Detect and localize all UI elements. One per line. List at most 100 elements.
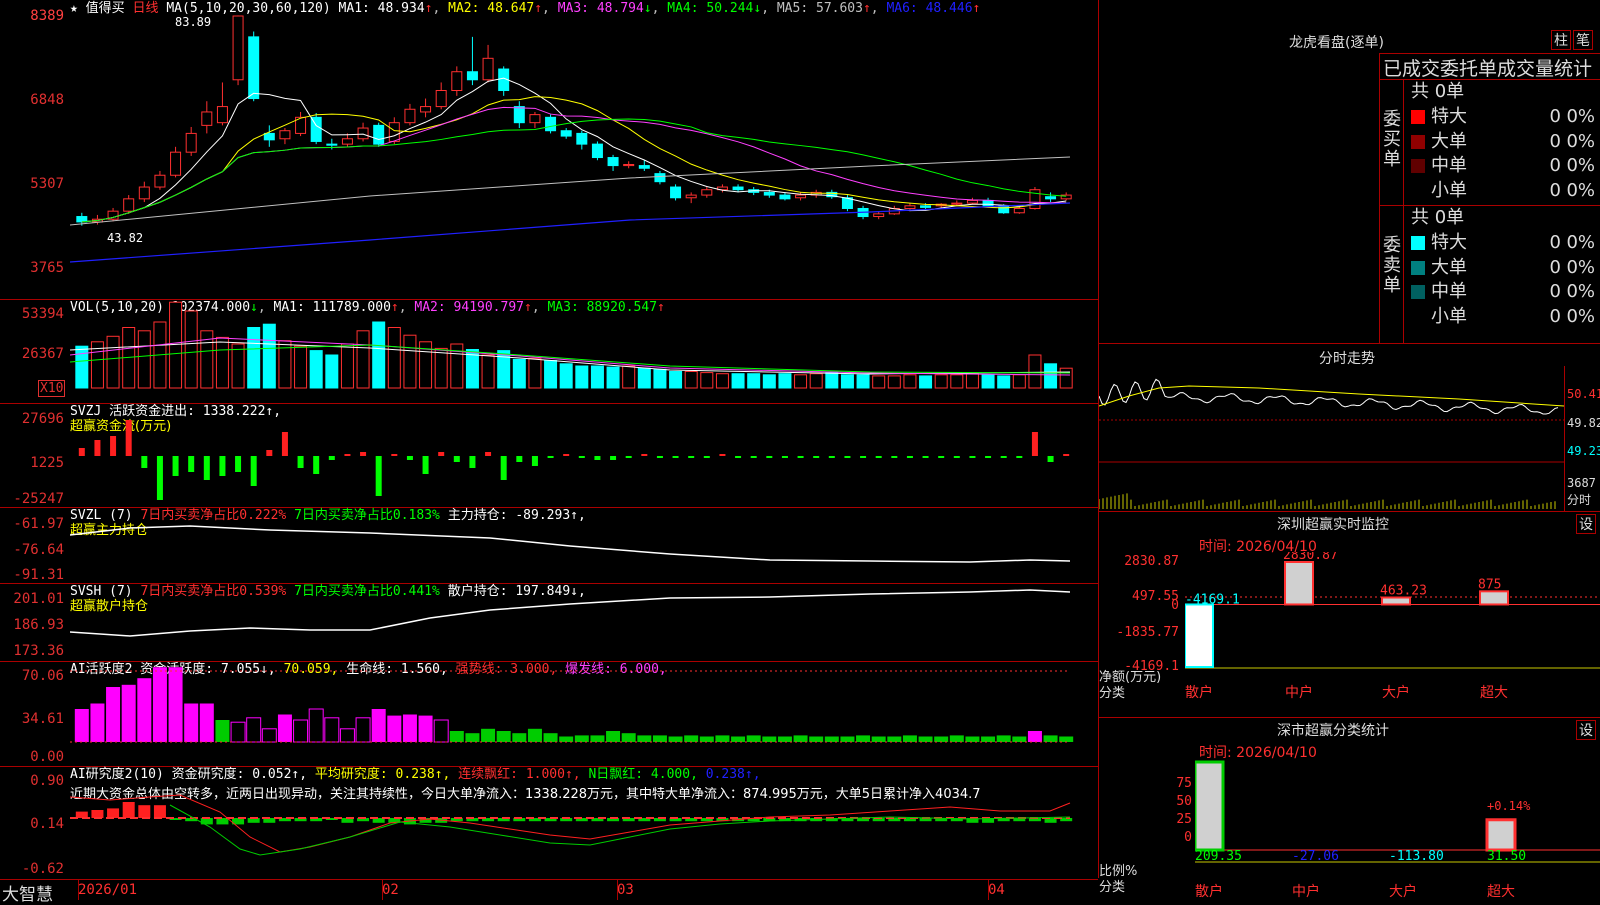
volume-bar: [919, 375, 933, 389]
retail-holding-line: [70, 589, 1071, 637]
monitor-bar: [1284, 561, 1314, 606]
flow-bar: [500, 456, 507, 480]
volume-bar: [481, 354, 495, 389]
category-label: 超大: [1487, 884, 1515, 900]
row-count: 0: [1549, 106, 1561, 127]
activity-bar: [856, 735, 871, 742]
candle-body: [638, 165, 650, 169]
candle-body: [185, 132, 197, 153]
flow-bar: [516, 456, 523, 462]
dragon-tiger-panel[interactable]: 龙虎看盘(逐单) 柱 笔 已成交委托单成交量统计 委买单 委卖单 共 0单 特大…: [1099, 0, 1600, 343]
activity-bar: [840, 736, 855, 742]
activity-bar: [668, 736, 683, 742]
activity-bar: [277, 714, 292, 742]
volume-bar: [356, 330, 370, 389]
activity-bar: [824, 736, 839, 742]
flow-bar: [891, 456, 898, 458]
activity-bar: [606, 731, 621, 742]
settings-button[interactable]: 设: [1576, 514, 1596, 534]
y-tick: -76.64: [13, 542, 64, 558]
row-count: 0: [1549, 281, 1561, 302]
intraday-title: 分时走势: [1319, 351, 1375, 367]
vol-tick: 3687: [1567, 476, 1596, 490]
row-pct: 0%: [1566, 130, 1595, 152]
volume-bar: [309, 350, 323, 389]
price-panel[interactable]: ★ 值得买 日线 MA(5,10,20,30,60,120) MA1: 48.9…: [0, 0, 1098, 300]
ma60-line: [70, 156, 1071, 226]
y-tick: -25247: [13, 491, 64, 507]
flow-bar: [781, 456, 788, 458]
flow-bar: [406, 456, 413, 460]
svzj-panel[interactable]: SVZJ 活跃资金进出: 1338.222↑, 超赢资金流(万元) 27696 …: [0, 404, 1098, 508]
intraday-panel[interactable]: 分时走势 50.41 49.82 49.23 3687 分时: [1099, 344, 1600, 511]
monitor-bar-chart[interactable]: -4169.1 2830.87 463.23 875 散户 中户 大户 超大: [1185, 552, 1600, 717]
volume-bar: [340, 343, 354, 389]
research-chart[interactable]: [70, 767, 1098, 879]
y-tick: 0.90: [30, 773, 64, 789]
retail-holding-chart[interactable]: [70, 584, 1098, 661]
monitor-panel[interactable]: 深圳超赢实时监控 设 时间: 2026/04/10 2830.87 497.55…: [1099, 512, 1600, 717]
row-name: 特大: [1431, 106, 1467, 127]
price-tick: 49.82: [1567, 416, 1600, 430]
svzl-panel[interactable]: SVZL (7) 7日内买卖净占比0.222% 7日内买卖净占比0.183% 主…: [0, 508, 1098, 584]
row-count: 0: [1549, 256, 1561, 278]
category-label: 大户: [1389, 883, 1417, 900]
volume-bar: [169, 301, 183, 389]
activity-bar: [543, 733, 558, 742]
color-swatch: [1411, 110, 1425, 124]
bar-value-label: -4169.1: [1185, 592, 1240, 607]
candle-body: [982, 199, 994, 207]
max-label: 83.89: [175, 15, 212, 29]
category-label: 散户: [1185, 684, 1213, 701]
settings-button[interactable]: 设: [1576, 720, 1596, 740]
row-name: 中单: [1431, 155, 1467, 176]
axis-sub: 分类: [1099, 880, 1126, 895]
row-pct: 0%: [1566, 256, 1595, 278]
flow-bar: [563, 454, 570, 456]
candle-body: [513, 106, 525, 124]
research-panel[interactable]: AI研究度2(10) 资金研究度: 0.052↑, 平均研究度: 0.238↑,…: [0, 767, 1098, 880]
activity-bar: [527, 728, 542, 742]
activity-bar: [981, 736, 996, 742]
flow-bar: [641, 454, 648, 456]
svsh-panel[interactable]: SVSH (7) 7日内买卖净占比0.539% 7日内买卖净占比0.441% 散…: [0, 584, 1098, 662]
volume-panel[interactable]: VOL(5,10,20) 102374.000↓, MA1: 111789.00…: [0, 300, 1098, 404]
main-holding-chart[interactable]: [70, 508, 1098, 583]
volume-bar: [262, 323, 276, 389]
flow-bar: [844, 456, 851, 458]
flow-bar: [703, 456, 710, 458]
candle-body: [451, 71, 463, 91]
volume-bar: [528, 357, 542, 389]
ai-activity-panel[interactable]: AI活跃度2 资金活跃度: 7.055↓, 70.059, 生命线: 1.560…: [0, 662, 1098, 767]
volume-bar: [840, 374, 854, 389]
row-pct: 0%: [1566, 155, 1595, 176]
order-row: 小单 0 0%: [1411, 304, 1600, 329]
candle-body: [216, 106, 228, 124]
volume-bar: [75, 345, 89, 389]
row-count: 0: [1549, 179, 1561, 201]
tick-mode-button[interactable]: 笔: [1573, 30, 1593, 50]
capital-flow-chart[interactable]: [70, 404, 1098, 507]
pct-label: +0.14%: [1487, 799, 1531, 813]
bar-value-label: 31.50: [1487, 849, 1526, 864]
activity-chart[interactable]: [70, 662, 1098, 766]
activity-bar: [152, 667, 167, 742]
candlestick-chart[interactable]: [70, 0, 1098, 299]
activity-bar: [731, 736, 746, 742]
y-tick: 53394: [21, 306, 64, 322]
color-swatch: [1411, 236, 1425, 250]
y-tick: 173.36: [13, 643, 64, 659]
ma-line: [81, 118, 1067, 223]
volume-chart[interactable]: [70, 300, 1098, 403]
classify-panel[interactable]: 深市超赢分类统计 设 时间: 2026/04/10 75 50 25 0 比例%…: [1099, 718, 1600, 900]
candle-body: [998, 205, 1010, 214]
classify-bar-chart[interactable]: 209.35 -27.06 -113.80 31.50 +0.14% 散户 中户 大户 超大: [1195, 758, 1600, 900]
candle-body: [654, 173, 666, 183]
intraday-chart[interactable]: [1099, 366, 1564, 511]
order-row: 特大 0 0%: [1411, 230, 1600, 255]
bar-value-label: 463.23: [1380, 584, 1427, 599]
activity-bar: [746, 735, 761, 742]
activity-bar: [355, 717, 371, 743]
bar-mode-button[interactable]: 柱: [1551, 30, 1571, 50]
volume-bar: [778, 373, 792, 389]
